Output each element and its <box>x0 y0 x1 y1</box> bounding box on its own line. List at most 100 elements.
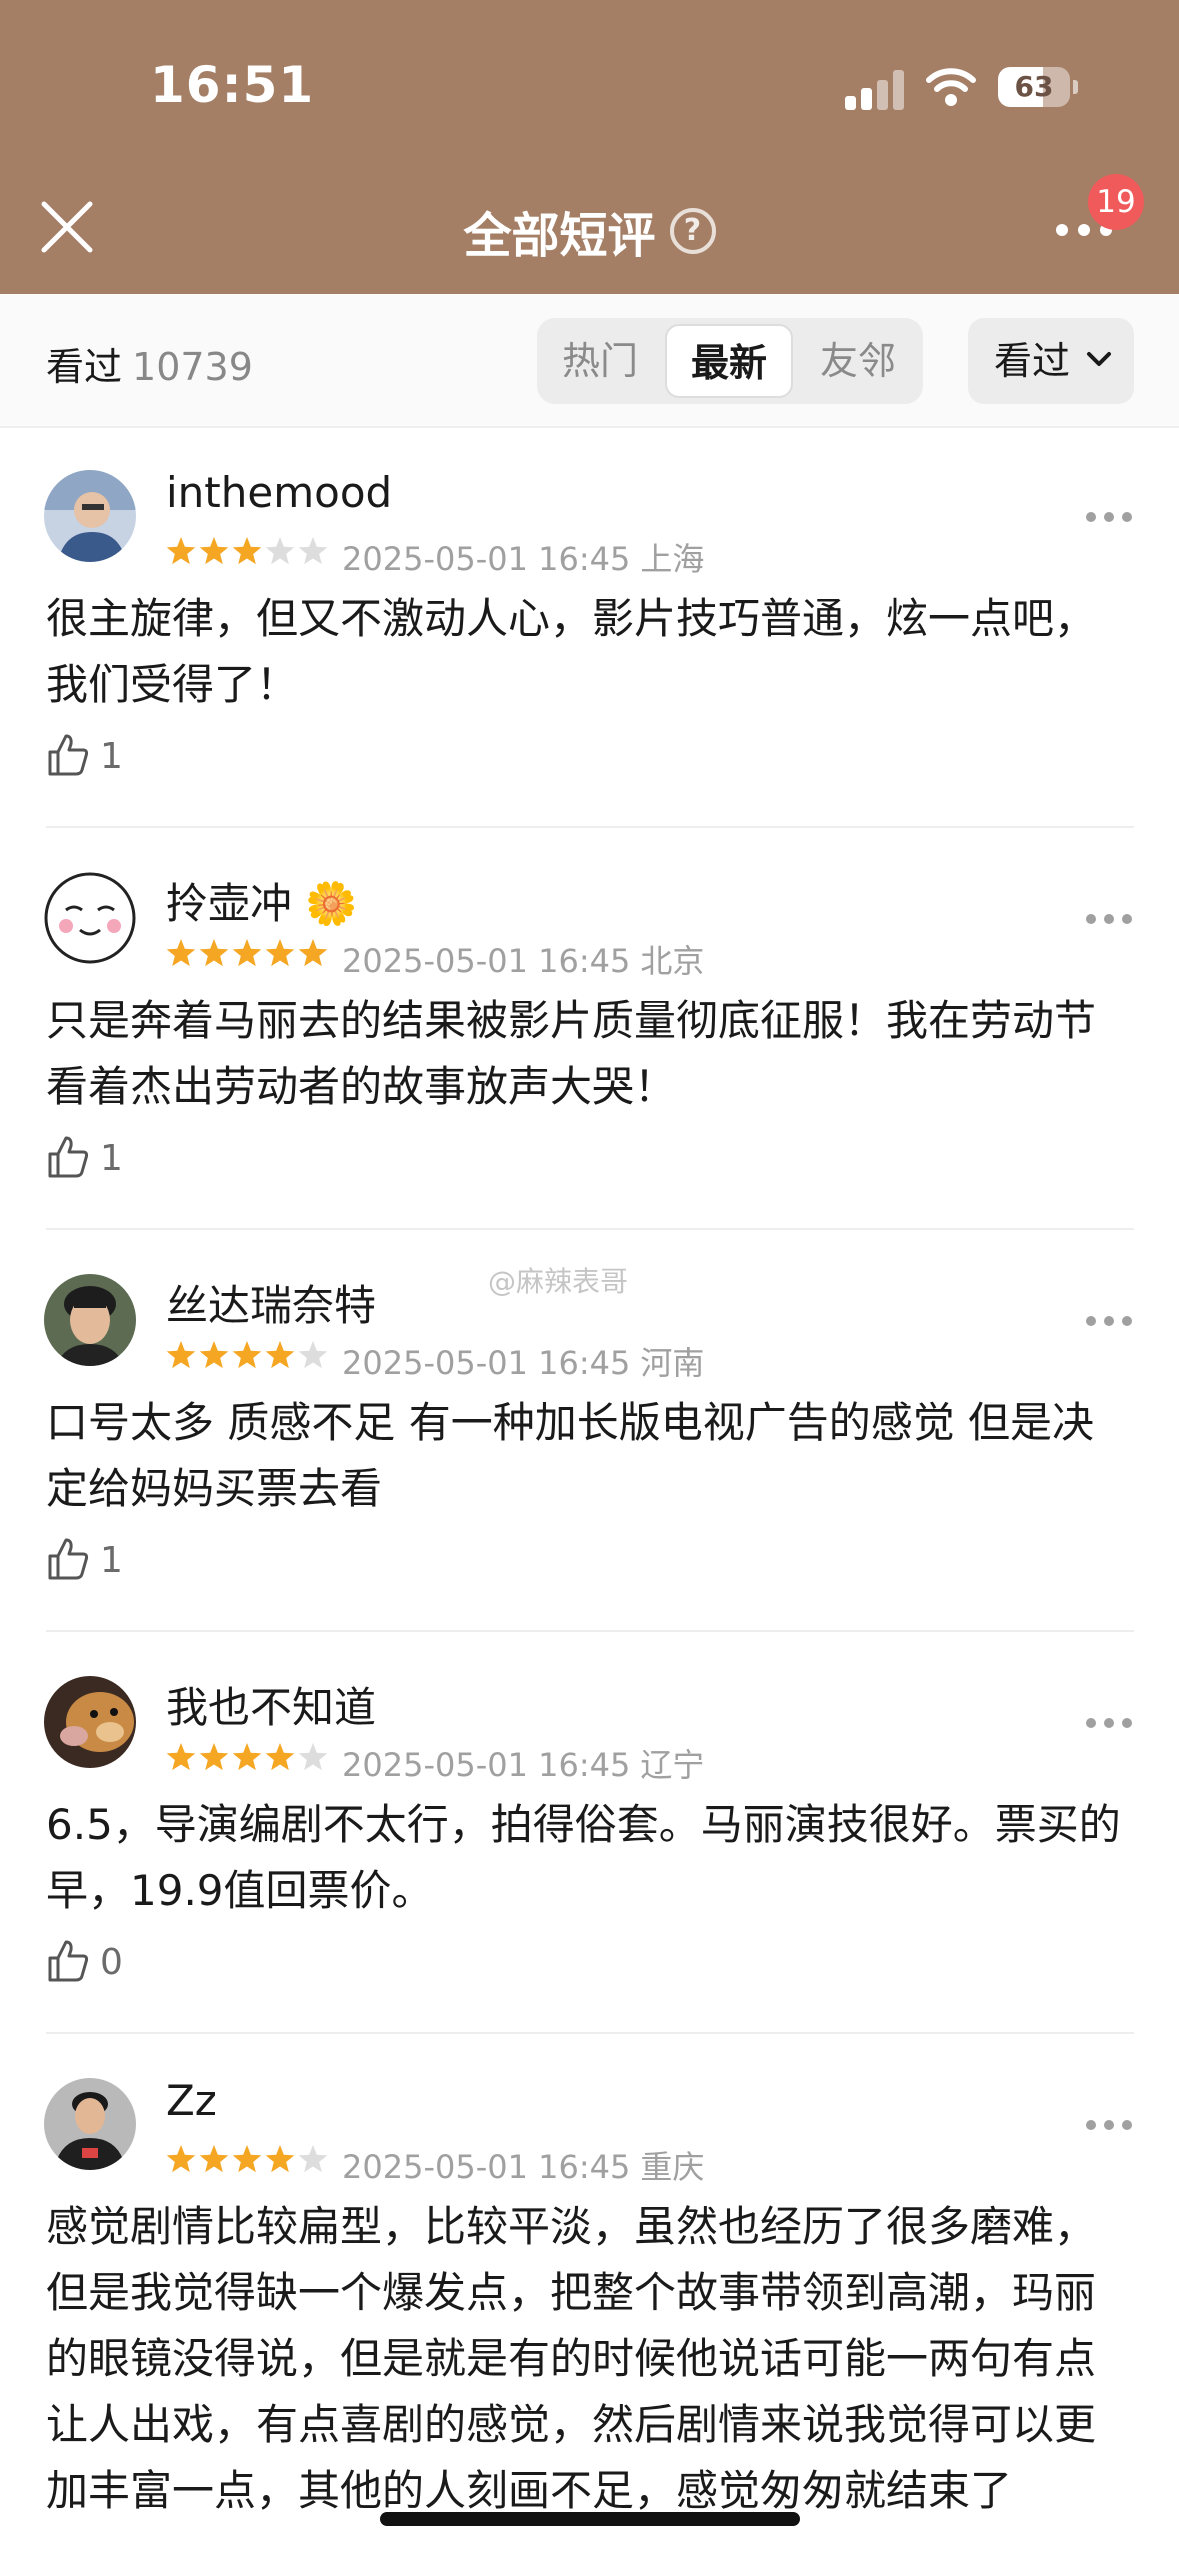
review-username-text: 拎壶冲 <box>166 879 293 928</box>
star-filled-icon <box>298 939 328 967</box>
review-username[interactable]: 拎壶冲 🌼 <box>166 870 358 931</box>
star-filled-icon <box>166 537 196 565</box>
review-username[interactable]: inthemood <box>166 468 392 517</box>
wifi-icon <box>926 68 976 106</box>
review-location: 河南 <box>640 1344 705 1382</box>
review-time: 2025-05-01 16:45 <box>342 1344 631 1382</box>
home-indicator <box>380 2512 800 2526</box>
seen-count: 10739 <box>132 345 253 389</box>
thumbs-up-icon <box>48 1136 89 1178</box>
star-empty-icon <box>298 2145 328 2173</box>
avatar[interactable] <box>44 470 136 562</box>
avatar[interactable] <box>44 1676 136 1768</box>
divider <box>46 1630 1134 1632</box>
review-username[interactable]: 丝达瑞奈特 <box>166 1272 376 1333</box>
review-more-icon[interactable] <box>1086 2120 1132 2132</box>
top-header: 16:51 63 全部短评? 19 <box>0 0 1179 294</box>
sort-segmented-control: 热门 最新 友邻 <box>537 318 923 404</box>
rating-stars <box>166 1341 328 1369</box>
review-username[interactable]: Zz <box>166 2076 217 2125</box>
rating-stars <box>166 537 328 565</box>
battery-indicator: 63 <box>998 67 1078 107</box>
star-filled-icon <box>166 2145 196 2173</box>
divider <box>46 826 1134 828</box>
rating-stars <box>166 1743 328 1771</box>
review-more-icon[interactable] <box>1086 512 1132 524</box>
battery-level: 63 <box>1014 70 1054 103</box>
review-text: 只是奔着马丽去的结果被影片质量彻底征服！我在劳动节看着杰出劳动者的故事放声大哭！ <box>46 996 1097 1111</box>
tab-hot[interactable]: 热门 <box>537 318 663 404</box>
review-item: Zz 2025-05-01 16:45 重庆 感觉剧情比较扁型，比较平淡，虽然也经… <box>0 2038 1179 2556</box>
avatar[interactable] <box>44 2078 136 2170</box>
flower-emoji: 🌼 <box>305 879 358 928</box>
page-title-text: 全部短评 <box>463 208 656 264</box>
thumbs-up-icon <box>48 1538 89 1580</box>
review-location: 重庆 <box>640 2148 705 2186</box>
review-item: 我也不知道 2025-05-01 16:45 辽宁 6.5，导演编剧不太行，拍得俗… <box>0 1636 1179 2036</box>
review-time: 2025-05-01 16:45 <box>342 1746 631 1784</box>
filter-bar: 看过 10739 热门 最新 友邻 看过 <box>0 294 1179 428</box>
rating-stars <box>166 2145 328 2173</box>
review-item: inthemood 2025-05-01 16:45 上海 很主旋律，但又不激动人… <box>0 430 1179 830</box>
seen-summary: 看过 10739 <box>46 336 253 391</box>
review-more-icon[interactable] <box>1086 914 1132 926</box>
star-filled-icon <box>166 1743 196 1771</box>
like-count: 0 <box>100 1942 123 1983</box>
review-more-icon[interactable] <box>1086 1316 1132 1328</box>
star-filled-icon <box>232 2145 262 2173</box>
review-item: 拎壶冲 🌼 2025-05-01 16:45 北京 只是奔着马丽去的结果被影片质量… <box>0 832 1179 1232</box>
notification-badge: 19 <box>1088 174 1144 230</box>
star-filled-icon <box>232 1743 262 1771</box>
star-filled-icon <box>199 537 229 565</box>
star-filled-icon <box>199 1341 229 1369</box>
watermark: @麻辣表哥 <box>488 1265 629 1298</box>
star-filled-icon <box>199 939 229 967</box>
thumbs-up-icon <box>48 1940 89 1982</box>
like-count: 1 <box>100 736 123 777</box>
like-count: 1 <box>100 1540 123 1581</box>
review-text: 6.5，导演编剧不太行，拍得俗套。马丽演技很好。票买的早，19.9值回票价。 <box>46 1800 1121 1915</box>
star-empty-icon <box>298 1341 328 1369</box>
star-filled-icon <box>265 939 295 967</box>
review-more-icon[interactable] <box>1086 1718 1132 1730</box>
review-username[interactable]: 我也不知道 <box>166 1674 376 1735</box>
review-text: 感觉剧情比较扁型，比较平淡，虽然也经历了很多磨难，但是我觉得缺一个爆发点，把整个… <box>46 2202 1097 2515</box>
star-empty-icon <box>265 537 295 565</box>
page-title: 全部短评? <box>0 196 1179 266</box>
question-circle-icon[interactable]: ? <box>669 208 716 254</box>
star-filled-icon <box>265 1743 295 1771</box>
star-filled-icon <box>166 939 196 967</box>
avatar[interactable] <box>44 872 136 964</box>
star-filled-icon <box>232 1341 262 1369</box>
review-location: 辽宁 <box>640 1746 705 1784</box>
star-filled-icon <box>199 2145 229 2173</box>
like-count: 1 <box>100 1138 123 1179</box>
review-text: 很主旋律，但又不激动人心，影片技巧普通，炫一点吧，我们受得了！ <box>46 594 1097 709</box>
star-filled-icon <box>232 939 262 967</box>
review-text: 口号太多 质感不足 有一种加长版电视广告的感觉 但是决定给妈妈买票去看 <box>46 1398 1095 1513</box>
cellular-signal-icon <box>845 70 907 110</box>
seen-dropdown[interactable]: 看过 <box>968 318 1134 404</box>
star-filled-icon <box>265 1341 295 1369</box>
divider <box>46 2032 1134 2034</box>
star-filled-icon <box>232 537 262 565</box>
review-location: 北京 <box>640 942 705 980</box>
star-filled-icon <box>166 1341 196 1369</box>
rating-stars <box>166 939 328 967</box>
star-filled-icon <box>199 1743 229 1771</box>
review-time: 2025-05-01 16:45 <box>342 2148 631 2186</box>
star-empty-icon <box>298 537 328 565</box>
avatar[interactable] <box>44 1274 136 1366</box>
tab-friends[interactable]: 友邻 <box>793 318 923 404</box>
star-filled-icon <box>265 2145 295 2173</box>
review-time: 2025-05-01 16:45 <box>342 942 631 980</box>
tab-latest[interactable]: 最新 <box>665 324 793 398</box>
divider <box>46 1228 1134 1230</box>
chevron-down-icon <box>1087 352 1111 366</box>
seen-dropdown-label: 看过 <box>994 339 1071 383</box>
review-location: 上海 <box>640 540 705 578</box>
star-empty-icon <box>298 1743 328 1771</box>
status-time: 16:51 <box>150 56 315 114</box>
thumbs-up-icon <box>48 734 89 776</box>
seen-label: 看过 <box>46 345 123 389</box>
